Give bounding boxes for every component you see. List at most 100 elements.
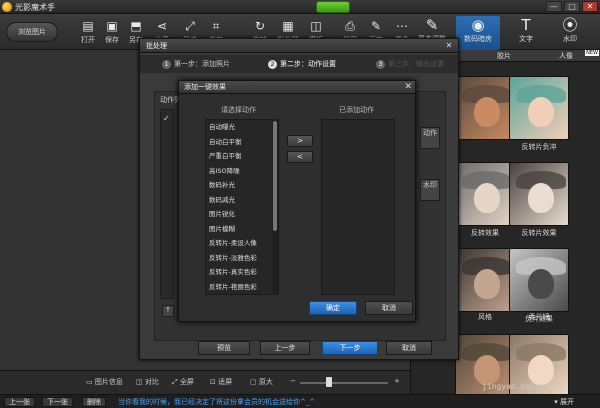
next-step-button[interactable]: 下一步 [322,341,378,355]
effect-label: 反转片效果 [521,229,557,237]
status-bar: 上一张 下一张 删除 当你看我的时候，我已经决定了将这份拿会员的机会送给你^_^… [0,394,600,408]
maximize-button[interactable]: □ [564,1,580,12]
effect-thumbnail[interactable] [455,162,515,226]
print-icon: ⎙ [345,19,355,33]
view-bar: ▭ 图片信息 ◫ 对比 ⤢ 全屏 ⊡ 适屏 ▢ 原大 − + [0,370,410,394]
compare-button[interactable]: ◫ 对比 [136,377,159,387]
add-effect-title: 添加一键效果 [179,81,415,94]
crop-icon: ⌗ [212,19,220,33]
zoom-in-icon[interactable]: + [394,377,400,385]
next-image-button[interactable]: 下一张 [42,397,73,407]
tool-save[interactable]: ▣ 保存 [100,17,124,49]
minimize-button[interactable]: — [546,1,562,12]
action-list-item[interactable]: 数码减光 [206,193,278,208]
save-as-icon: ⬒ [130,19,142,33]
available-actions-header: 请选择动作 [221,106,256,114]
added-actions-list[interactable] [321,119,395,295]
action-list-item[interactable]: 反转片-真实色彩 [206,265,278,280]
rotate-icon: ↻ [254,19,266,33]
zoom-out-icon[interactable]: − [290,377,296,385]
expand-button[interactable]: ▾ 展开 [554,397,574,407]
promo-button[interactable] [316,1,350,13]
tool-label: 打开 [81,36,95,44]
action-list-item[interactable]: 严重白平衡 [206,149,278,164]
tab-film[interactable]: 胶片 [497,51,511,61]
action-list-item[interactable]: 图片锐化 [206,207,278,222]
zoom-slider[interactable] [300,382,388,384]
actions-scrollbar-thumb[interactable] [273,121,277,231]
effect-thumbnail[interactable] [455,248,515,312]
camera-icon: ◉ [471,16,485,34]
side-action-button[interactable]: 动作 [420,127,440,149]
available-actions-list[interactable]: 自动曝光 自动白平衡 严重白平衡 高ISO降噪 数码补光 数码减光 图片锐化 图片模糊 反转片-… [205,119,279,295]
actual-size-button[interactable]: ▢ 原大 [250,377,273,387]
panel-tab-watermark[interactable]: ⦿ 水印 [548,16,592,50]
add-effect-close-icon[interactable]: ✕ [404,82,412,92]
add-effect-dialog: 添加一键效果 ✕ 请选择动作 已添加动作 自动曝光 自动白平衡 严重白平衡 高ISO降… [178,80,416,322]
step-1: 1 第一步：添加照片 [162,59,230,69]
action-list-item[interactable]: 反转片-淡雅色彩 [206,251,278,266]
move-up-icon[interactable]: ↑ [162,305,174,317]
action-list-item[interactable]: 反转片-柔设人像 [206,236,278,251]
action-list-item[interactable]: 反转片-艳丽色彩 [206,280,278,295]
add-action-button[interactable]: > [287,135,313,147]
fullscreen-button[interactable]: ⤢ 全屏 [172,377,194,387]
action-list-item[interactable]: 数码补光 [206,178,278,193]
batch-cancel-button[interactable]: 取消 [386,341,432,355]
face-shape [474,183,500,213]
app-title: 光影魔术手 [15,3,55,12]
check-icon[interactable]: ✓ [163,114,170,123]
panel-tab-camera[interactable]: ◉ 数码暗房 [456,16,500,50]
ok-button[interactable]: 确定 [309,301,357,315]
save-icon: ▣ [106,19,118,33]
zoom-slider-knob[interactable] [326,377,332,387]
remove-action-button[interactable]: < [287,151,313,163]
step-2: 2 第二步：动作设置 [268,59,336,69]
adjust-icon: ✎ [425,16,439,34]
prev-image-button[interactable]: 上一张 [4,397,35,407]
brush-icon: ✎ [370,19,382,33]
batch-close-icon[interactable]: ✕ [444,41,454,51]
effect-thumbnail[interactable] [509,162,569,226]
delete-button[interactable]: 删除 [82,397,106,407]
text-icon: T [521,16,531,34]
resize-icon: ⤢ [185,19,195,33]
panel-tab-text[interactable]: T 文字 [504,16,548,50]
batch-dialog-title: 批处理 [140,39,458,53]
action-list-item[interactable]: 自动曝光 [206,120,278,135]
share-icon: ⋖ [156,19,168,33]
panel-tab-label: 文字 [519,35,533,43]
tool-folder[interactable]: ▤ 打开 [76,17,100,49]
face-shape [528,97,554,127]
effect-thumbnail[interactable] [455,76,515,140]
step-indicator: 1 第一步：添加照片 2 第二步：动作设置 3 第三步：输出设置 [140,55,458,73]
fit-screen-button[interactable]: ⊡ 适屏 [210,377,232,387]
face-shape [528,269,554,299]
effect-thumbnail[interactable] [509,248,569,312]
face-shape [474,269,500,299]
batch-icon: ▦ [282,19,294,33]
face-shape [474,97,500,127]
action-list-item[interactable]: 图片模糊 [206,222,278,237]
panel-tab-label: 数码暗房 [464,35,492,43]
effect-label: 柔光镜 [528,313,550,321]
face-shape [528,355,554,385]
watermark-text: jingyan.baidu.com [482,382,564,391]
added-actions-header: 已添加动作 [339,106,374,114]
side-watermark-button[interactable]: 水印 [420,179,440,201]
preview-button[interactable]: 预览 [198,341,250,355]
face-shape [474,355,500,385]
add-effect-cancel-button[interactable]: 取消 [365,301,413,315]
action-list-item[interactable]: 高ISO降噪 [206,164,278,179]
folder-icon: ▤ [82,19,94,33]
effect-label: 反转片负冲 [521,143,557,151]
action-list-item[interactable]: 自动白平衡 [206,135,278,150]
image-info-button[interactable]: ▭ 图片信息 [86,377,123,387]
prev-step-button[interactable]: 上一步 [260,341,310,355]
batch-action-list[interactable]: ✓ [160,109,174,299]
tab-portrait[interactable]: 人像 [559,51,573,61]
status-message[interactable]: 当你看我的时候，我已经决定了将这份拿会员的机会送给你^_^ [118,397,315,407]
browse-images-button[interactable]: 浏览图片 [6,22,58,42]
close-button[interactable]: ✕ [582,1,598,12]
effect-thumbnail[interactable] [509,76,569,140]
